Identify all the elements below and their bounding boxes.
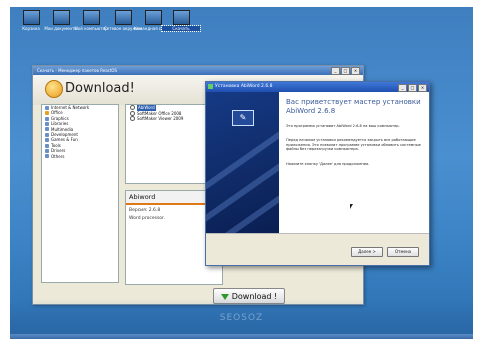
category-icon: [45, 111, 49, 116]
radio-icon: [130, 105, 135, 111]
terminal-icon: [144, 10, 162, 25]
maximize-button[interactable]: □: [341, 67, 350, 75]
computer-icon: [82, 10, 100, 25]
download-icon: [172, 10, 190, 25]
minimize-button[interactable]: _: [331, 67, 340, 75]
app-header-title: Download!: [65, 81, 135, 96]
maximize-button[interactable]: □: [408, 84, 417, 92]
installer-text-intro: Эта программа установит AbiWord 2.6.8 на…: [286, 124, 400, 128]
abiword-logo-icon: ✎: [232, 110, 254, 126]
window-controls: _ □ ×: [331, 67, 360, 75]
category-icon: [45, 105, 49, 110]
category-icon: [45, 132, 49, 137]
mouse-cursor-icon: [350, 204, 353, 209]
installer-window-controls: _ □ ×: [398, 84, 427, 92]
installer-dialog: Установка AbiWord 2.6.8 _ □ × ✎ Вас прив…: [205, 81, 430, 266]
installer-icon: [208, 84, 213, 89]
category-icon: [45, 154, 49, 159]
installer-heading: Вас приветствует мастер установки AbiWor…: [286, 98, 421, 115]
desktop: Корзина Мои документы Мой компьютер Сете…: [10, 7, 473, 339]
installer-text-notice: Перед началом установки рекомендуется за…: [286, 138, 421, 152]
minimize-button[interactable]: _: [398, 84, 407, 92]
next-button[interactable]: Далее >: [351, 247, 383, 257]
installer-titlebar[interactable]: Установка AbiWord 2.6.8 _ □ ×: [206, 82, 429, 92]
desktop-icon-download[interactable]: Скачать: [161, 10, 201, 32]
category-icon: [45, 143, 49, 148]
category-icon: [45, 121, 49, 126]
taskbar: [10, 334, 473, 339]
category-tree: Internet & Network Office Graphics Libra…: [41, 104, 119, 283]
watermark: SEOSOZ: [219, 313, 264, 323]
installer-side-banner: ✎: [206, 92, 279, 234]
category-icon: [45, 148, 49, 153]
desktop-icon-label: Скачать: [161, 25, 201, 32]
close-button[interactable]: ×: [418, 84, 427, 92]
installer-title: Установка AbiWord 2.6.8: [215, 84, 273, 89]
category-icon: [45, 116, 49, 121]
installer-text-continue: Нажмите кнопку 'Далее' для продолжения.: [286, 162, 370, 166]
category-icon: [45, 127, 49, 132]
installer-footer: Далее > Отмена: [206, 233, 429, 265]
cancel-button[interactable]: Отмена: [387, 247, 419, 257]
recycle-bin-icon: [22, 10, 40, 25]
download-logo-icon: [45, 80, 63, 98]
radio-icon: [130, 116, 135, 122]
network-icon: [114, 10, 132, 25]
close-button[interactable]: ×: [351, 67, 360, 75]
radio-icon: [130, 110, 135, 116]
app-titlebar[interactable]: Скачать - Менеджер пакетов ReactOS _ □ ×: [33, 66, 363, 75]
category-icon: [45, 138, 49, 143]
category-item[interactable]: Others: [42, 154, 118, 159]
folder-icon: [52, 10, 70, 25]
window-title: Скачать - Менеджер пакетов ReactOS: [37, 68, 118, 73]
